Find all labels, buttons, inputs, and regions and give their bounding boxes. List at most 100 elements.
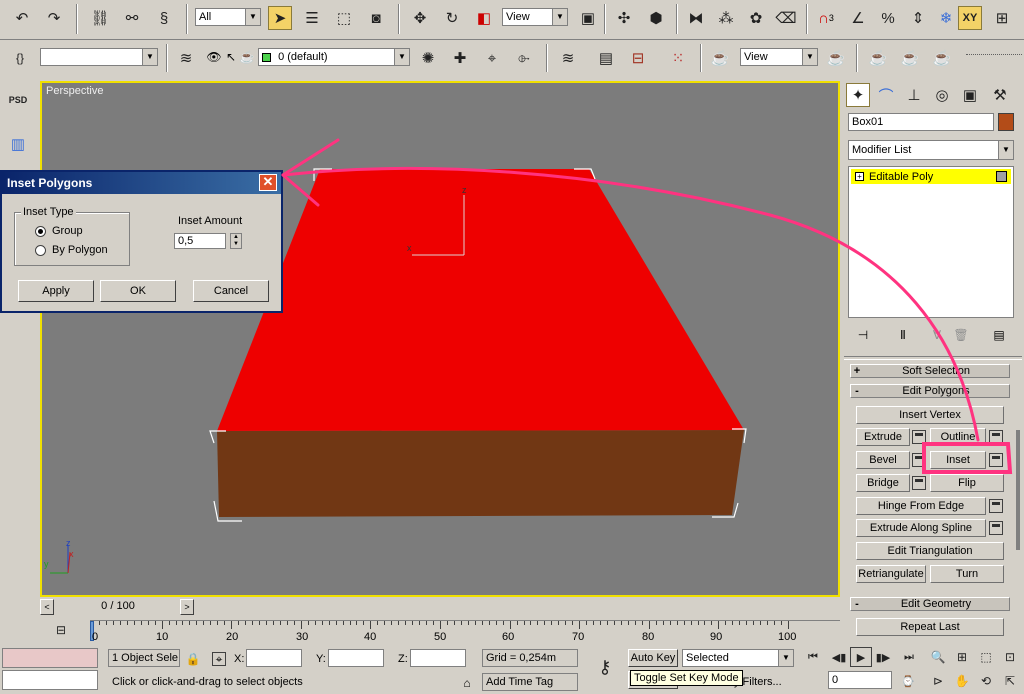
- lock-icon[interactable]: 🔒: [186, 652, 201, 666]
- zoom-icon[interactable]: 🔍: [928, 647, 948, 667]
- select-by-name-icon[interactable]: ☰: [300, 6, 324, 30]
- layer-icon[interactable]: ⊞: [990, 6, 1014, 30]
- slider-prev-button[interactable]: <: [40, 599, 54, 615]
- rollout-soft-selection[interactable]: + Soft Selection: [850, 364, 1010, 378]
- render-b-icon[interactable]: ☕: [898, 46, 922, 70]
- psd-icon[interactable]: PSD: [6, 88, 30, 112]
- object-color-swatch[interactable]: [998, 113, 1014, 131]
- undo-icon[interactable]: ↶: [10, 6, 34, 30]
- previous-frame-icon[interactable]: ◀▮: [828, 647, 850, 667]
- maximize-viewport-icon[interactable]: ⇱: [1000, 671, 1020, 691]
- stack-item-editable-poly[interactable]: + Editable Poly: [851, 169, 1011, 184]
- layer-dropdown[interactable]: 0 (default) ▼: [258, 48, 410, 66]
- expand-plus-icon[interactable]: +: [855, 172, 864, 181]
- add-time-tag[interactable]: Add Time Tag: [482, 673, 578, 691]
- z-coordinate-field[interactable]: [410, 649, 466, 667]
- extrude-settings-icon[interactable]: [912, 430, 926, 444]
- radio-group[interactable]: Group: [35, 225, 83, 237]
- cursor-icon[interactable]: ↖: [224, 50, 238, 64]
- percent-snap-icon[interactable]: %: [876, 6, 900, 30]
- manipulate-icon[interactable]: ✣: [612, 6, 636, 30]
- named-selection-icon[interactable]: ❄: [934, 6, 958, 30]
- render-a-icon[interactable]: ☕: [866, 46, 890, 70]
- flip-button[interactable]: Flip: [930, 474, 1004, 492]
- mirror-icon[interactable]: ⧓: [684, 6, 708, 30]
- keyboard-shortcut-icon[interactable]: ⬢: [644, 6, 668, 30]
- extrude-along-spline-button[interactable]: Extrude Along Spline: [856, 519, 986, 537]
- named-selection-set-dropdown[interactable]: ▼: [40, 48, 158, 66]
- snap-3-icon[interactable]: ∩ 3: [814, 6, 838, 30]
- make-unique-icon[interactable]: ∀: [930, 328, 944, 342]
- remove-modifier-icon[interactable]: 🗑: [953, 328, 968, 342]
- inset-button[interactable]: Inset: [930, 451, 986, 469]
- render-type-dropdown[interactable]: View ▼: [740, 48, 818, 66]
- move-icon[interactable]: ✥: [408, 6, 432, 30]
- set-key-dropdown[interactable]: Selected ▼: [682, 649, 794, 667]
- pan-icon[interactable]: ✋: [952, 671, 972, 691]
- y-coordinate-field[interactable]: [328, 649, 384, 667]
- slider-next-button[interactable]: >: [180, 599, 194, 615]
- key-icon[interactable]: ⚷: [590, 653, 620, 681]
- ref-coord-dropdown[interactable]: View ▼: [502, 8, 568, 26]
- time-config-icon[interactable]: ⌚: [898, 671, 918, 691]
- zoom-extents-icon[interactable]: ⬚: [976, 647, 996, 667]
- display-tab-icon[interactable]: ▣: [958, 83, 982, 107]
- teapot-icon[interactable]: ☕: [240, 50, 255, 64]
- fov-icon[interactable]: ⊳: [928, 671, 948, 691]
- next-frame-icon[interactable]: ▮▶: [872, 647, 894, 667]
- cancel-button[interactable]: Cancel: [193, 280, 269, 302]
- layers-icon[interactable]: ≋: [174, 46, 198, 70]
- curve-editor-mini-icon[interactable]: ⊟: [50, 620, 72, 640]
- dialog-titlebar[interactable]: Inset Polygons ✕: [2, 172, 281, 194]
- spinner-snap-icon[interactable]: ⇕: [906, 6, 930, 30]
- auto-key-button[interactable]: Auto Key: [628, 649, 678, 667]
- zoom-extents-all-icon[interactable]: ⊡: [1000, 647, 1020, 667]
- repeat-last-button[interactable]: Repeat Last: [856, 618, 1004, 636]
- stack-toggle-icon[interactable]: [996, 171, 1007, 182]
- turn-button[interactable]: Turn: [930, 565, 1004, 583]
- inset-amount-spinner[interactable]: ▲ ▼: [230, 233, 242, 249]
- bevel-settings-icon[interactable]: [912, 453, 926, 467]
- inset-amount-field[interactable]: 0,5: [174, 233, 226, 249]
- curve-editor-icon[interactable]: ▤: [594, 46, 618, 70]
- ok-button[interactable]: OK: [100, 280, 176, 302]
- modifier-list-dropdown[interactable]: Modifier List ▼: [848, 140, 1014, 160]
- radio-unselected-icon[interactable]: [35, 244, 46, 256]
- rollout-edit-geometry[interactable]: - Edit Geometry: [850, 597, 1010, 611]
- eye-icon[interactable]: 👁: [206, 50, 221, 64]
- outline-settings-icon[interactable]: [989, 430, 1003, 444]
- bind-spacewarp-icon[interactable]: §: [152, 6, 176, 30]
- schematic-icon[interactable]: ⊟: [626, 46, 650, 70]
- orbit-icon[interactable]: ⟲: [976, 671, 996, 691]
- play-icon[interactable]: ▶: [850, 647, 872, 667]
- link-icon[interactable]: ⛓: [88, 6, 112, 30]
- quick-render-icon[interactable]: ☕: [824, 46, 848, 70]
- hierarchy-tab-icon[interactable]: ⊥: [902, 83, 926, 107]
- hinge-from-edge-button[interactable]: Hinge From Edge: [856, 497, 986, 515]
- perspective-viewport[interactable]: Perspective z x z x y: [40, 81, 840, 597]
- go-to-end-icon[interactable]: ⏭: [898, 647, 920, 667]
- rect-region-icon[interactable]: ⬚: [332, 6, 356, 30]
- maxscript-listener-white[interactable]: [2, 670, 98, 690]
- inset-settings-icon[interactable]: [989, 453, 1003, 467]
- zoom-all-icon[interactable]: ⊞: [952, 647, 972, 667]
- extrude-button[interactable]: Extrude: [856, 428, 910, 446]
- show-end-result-icon[interactable]: Ⅱ: [896, 328, 910, 342]
- bridge-settings-icon[interactable]: [912, 476, 926, 490]
- retriangulate-button[interactable]: Retriangulate: [856, 565, 926, 583]
- x-coordinate-field[interactable]: [246, 649, 302, 667]
- angle-snap-icon[interactable]: ∠: [846, 6, 870, 30]
- configure-sets-icon[interactable]: ▤: [992, 328, 1006, 342]
- radio-by-polygon[interactable]: By Polygon: [35, 244, 108, 256]
- select-icon[interactable]: ➤: [268, 6, 292, 30]
- rollout-edit-polygons[interactable]: - Edit Polygons: [850, 384, 1010, 398]
- close-icon[interactable]: ✕: [259, 174, 277, 191]
- rotate-icon[interactable]: ↻: [440, 6, 464, 30]
- go-to-start-icon[interactable]: ⏮: [802, 647, 824, 667]
- object-name-field[interactable]: Box01: [848, 113, 994, 131]
- maxscript-listener-pink[interactable]: [2, 648, 98, 668]
- pivot-icon[interactable]: ▣: [576, 6, 600, 30]
- toolbar-handle[interactable]: [966, 54, 1022, 55]
- material-editor-icon[interactable]: ⁙: [666, 46, 690, 70]
- extrude-spline-settings-icon[interactable]: [989, 521, 1003, 535]
